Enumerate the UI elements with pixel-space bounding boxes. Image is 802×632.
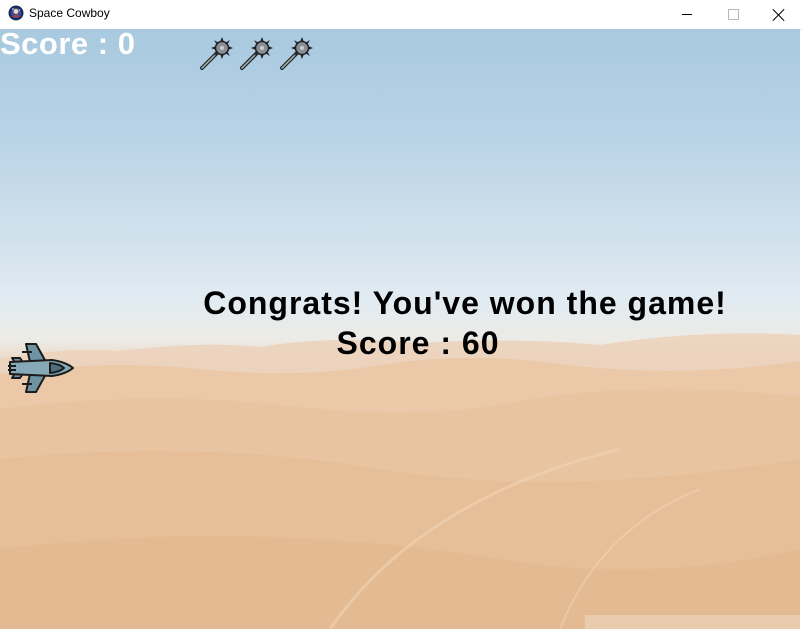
close-icon	[773, 9, 785, 21]
score-display: Score : 0	[0, 29, 136, 61]
game-canvas[interactable]: Score : 0 Congrats! You've won the game!…	[0, 29, 800, 629]
app-emblem-icon	[8, 5, 24, 21]
minimize-button[interactable]	[664, 0, 710, 29]
final-score: Score : 60	[336, 325, 500, 361]
window-title: Space Cowboy	[29, 6, 110, 20]
mace-icon	[240, 37, 273, 70]
mace-icon	[280, 37, 313, 70]
title-bar[interactable]: Space Cowboy	[0, 0, 802, 30]
minimize-icon	[682, 14, 692, 15]
watermark	[585, 615, 800, 629]
maximize-button[interactable]	[710, 0, 756, 29]
close-button[interactable]	[756, 0, 802, 29]
game-window: Space Cowboy Score : 0 Congrats! You've …	[0, 0, 802, 632]
maximize-icon	[727, 9, 739, 20]
mace-icon	[200, 37, 233, 70]
win-message: Congrats! You've won the game!	[203, 285, 727, 321]
